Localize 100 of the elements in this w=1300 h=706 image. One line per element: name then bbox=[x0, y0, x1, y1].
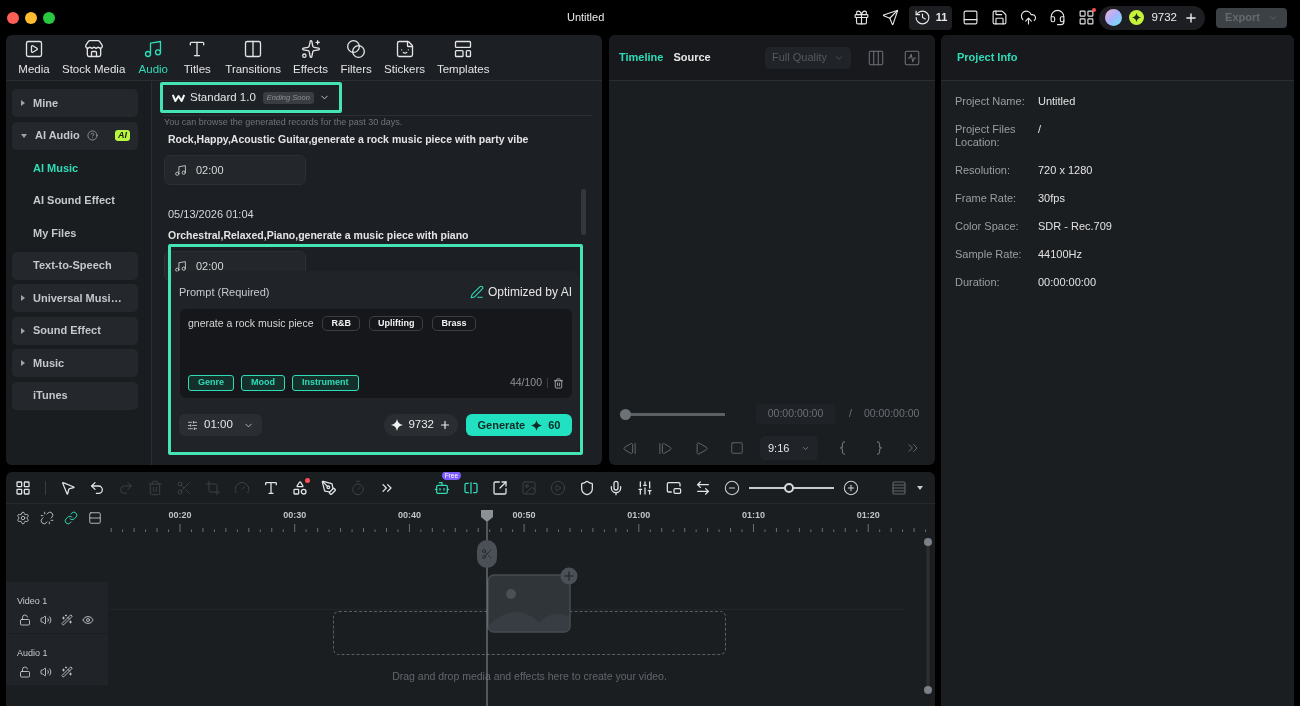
category-button[interactable]: Mood bbox=[241, 375, 285, 391]
sidebar-subitem[interactable]: AI Music bbox=[12, 154, 138, 182]
sidebar-item[interactable]: Text-to-Speech bbox=[12, 251, 138, 280]
zoom-in-icon bbox=[843, 479, 859, 496]
caret-right-icon[interactable] bbox=[21, 295, 25, 301]
sparkle-icon bbox=[531, 419, 543, 431]
coin-icon bbox=[1129, 10, 1145, 25]
character-counter: 44/100 bbox=[509, 375, 542, 391]
library-tab[interactable]: Filters bbox=[336, 39, 377, 76]
caret-right-icon[interactable] bbox=[21, 327, 25, 334]
library-tab[interactable]: Transitions bbox=[221, 39, 286, 76]
sidebar-item[interactable]: Universal Musi… bbox=[12, 284, 138, 312]
scrollbar[interactable] bbox=[924, 538, 932, 694]
step-back-icon bbox=[621, 440, 637, 456]
maximize-window-button[interactable] bbox=[43, 11, 55, 24]
sidebar-subitem[interactable]: AI Sound Effect bbox=[12, 186, 138, 215]
history-button[interactable]: 11 bbox=[908, 5, 953, 30]
slider-thumb[interactable] bbox=[784, 482, 795, 493]
credits-count: 9732 bbox=[1151, 9, 1177, 25]
preview-tab[interactable]: Source bbox=[673, 49, 711, 66]
info-value: 720 x 1280 bbox=[1038, 164, 1093, 177]
paper-plane-icon bbox=[882, 9, 900, 26]
duration-dropdown[interactable]: 01:00 bbox=[179, 414, 262, 436]
speaker-icon[interactable] bbox=[40, 666, 52, 678]
library-tab[interactable]: Audio bbox=[133, 39, 174, 76]
generate-button[interactable]: Generate 60 bbox=[466, 414, 572, 436]
progress-thumb[interactable] bbox=[620, 408, 631, 420]
ai-badge: AI bbox=[115, 130, 130, 141]
ruler-label: 00:20 bbox=[168, 510, 192, 521]
sidebar-item[interactable]: iTunes bbox=[12, 381, 138, 410]
info-value: Untitled bbox=[1038, 95, 1076, 108]
zoom-out-icon bbox=[724, 479, 740, 496]
rows-icon bbox=[891, 479, 907, 496]
speaker-icon[interactable] bbox=[40, 614, 52, 626]
music-note-icon bbox=[143, 39, 164, 59]
headset-icon bbox=[1048, 9, 1066, 26]
magic-wand-icon[interactable] bbox=[61, 666, 73, 678]
tag-chip[interactable]: Brass bbox=[432, 316, 476, 331]
info-value: 30fps bbox=[1038, 192, 1065, 205]
ruler-label: 00:50 bbox=[512, 510, 536, 521]
music-clip-card[interactable]: 02:00 bbox=[164, 155, 306, 185]
caret-down-icon[interactable] bbox=[917, 485, 923, 490]
info-value: 00:00:00:00 bbox=[1038, 276, 1097, 289]
scrollbar-thumb[interactable] bbox=[581, 189, 586, 235]
pen-icon bbox=[469, 285, 484, 299]
music-note-icon bbox=[174, 163, 187, 177]
sidebar-item[interactable]: Sound Effect bbox=[12, 316, 138, 345]
unlock-icon[interactable] bbox=[19, 614, 31, 626]
current-timecode: 00:00:00:00 bbox=[756, 404, 835, 424]
cloud-upload-icon bbox=[1019, 9, 1037, 26]
track-name: Audio 1 bbox=[17, 648, 49, 659]
caret-down-icon[interactable] bbox=[21, 133, 27, 138]
close-window-button[interactable] bbox=[7, 11, 19, 24]
window-title: Untitled bbox=[567, 10, 605, 26]
record-title: Rock,Happy,Acoustic Guitar,generate a rock music piece with party vibe bbox=[168, 133, 530, 146]
sliders-icon bbox=[187, 419, 198, 431]
help-icon[interactable] bbox=[86, 130, 98, 141]
library-tab[interactable]: Stickers bbox=[380, 39, 429, 76]
library-tab[interactable]: Stock Media bbox=[58, 39, 130, 76]
minimize-window-button[interactable] bbox=[25, 11, 37, 24]
total-timecode: 00:00:00:00 bbox=[863, 406, 920, 422]
w-logo-icon bbox=[172, 93, 185, 102]
caret-right-icon[interactable] bbox=[21, 100, 25, 106]
timecode-separator: / bbox=[849, 406, 852, 422]
sidebar-item[interactable]: AI Audio AI bbox=[12, 121, 138, 150]
tag-chip[interactable]: R&B bbox=[322, 316, 360, 331]
plus-icon[interactable] bbox=[1184, 10, 1198, 25]
library-tab[interactable]: Effects bbox=[289, 39, 333, 76]
library-tab[interactable]: Media bbox=[14, 39, 54, 76]
trash-icon[interactable] bbox=[553, 377, 564, 389]
info-value: SDR - Rec.709 bbox=[1038, 220, 1112, 233]
category-button[interactable]: Instrument bbox=[292, 375, 359, 391]
info-value: 44100Hz bbox=[1038, 248, 1083, 261]
tag-chip[interactable]: Uplifting bbox=[369, 316, 424, 331]
aspect-ratio-dropdown[interactable]: 9:16 bbox=[760, 436, 818, 460]
sidebar-item[interactable]: Mine bbox=[12, 89, 138, 117]
info-label: Frame Rate: bbox=[955, 192, 1018, 205]
sidebar-item[interactable]: Music bbox=[12, 349, 138, 377]
clip-duration: 02:00 bbox=[196, 162, 224, 178]
pulse-square-icon bbox=[903, 48, 921, 67]
magic-wand-icon[interactable] bbox=[61, 614, 73, 626]
library-tab[interactable]: Templates bbox=[432, 39, 494, 76]
prompt-text: gnerate a rock music piece bbox=[188, 316, 314, 331]
prompt-label: Prompt (Required) bbox=[179, 285, 270, 300]
plus-icon[interactable] bbox=[439, 419, 451, 431]
sidebar-subitem[interactable]: My Files bbox=[12, 219, 138, 247]
preview-tab[interactable]: Timeline bbox=[619, 49, 664, 66]
caret-right-icon[interactable] bbox=[21, 360, 25, 366]
split-handle[interactable] bbox=[477, 540, 497, 568]
category-button[interactable]: Genre bbox=[188, 375, 234, 391]
unlock-icon[interactable] bbox=[19, 666, 31, 678]
right-brace-icon bbox=[875, 441, 883, 455]
optimize-button[interactable]: Optimized by AI bbox=[469, 284, 572, 300]
gift-icon bbox=[853, 9, 871, 26]
info-value: / bbox=[1038, 123, 1042, 136]
ruler-label: 00:40 bbox=[397, 510, 421, 521]
prompt-field[interactable]: gnerate a rock music piece R&B Uplifting Brass Genre Mood Instrument 44/100 bbox=[180, 309, 572, 398]
avatar-icon[interactable] bbox=[1105, 9, 1123, 26]
eye-icon[interactable] bbox=[82, 614, 94, 626]
library-tab[interactable]: Titles bbox=[177, 39, 218, 76]
